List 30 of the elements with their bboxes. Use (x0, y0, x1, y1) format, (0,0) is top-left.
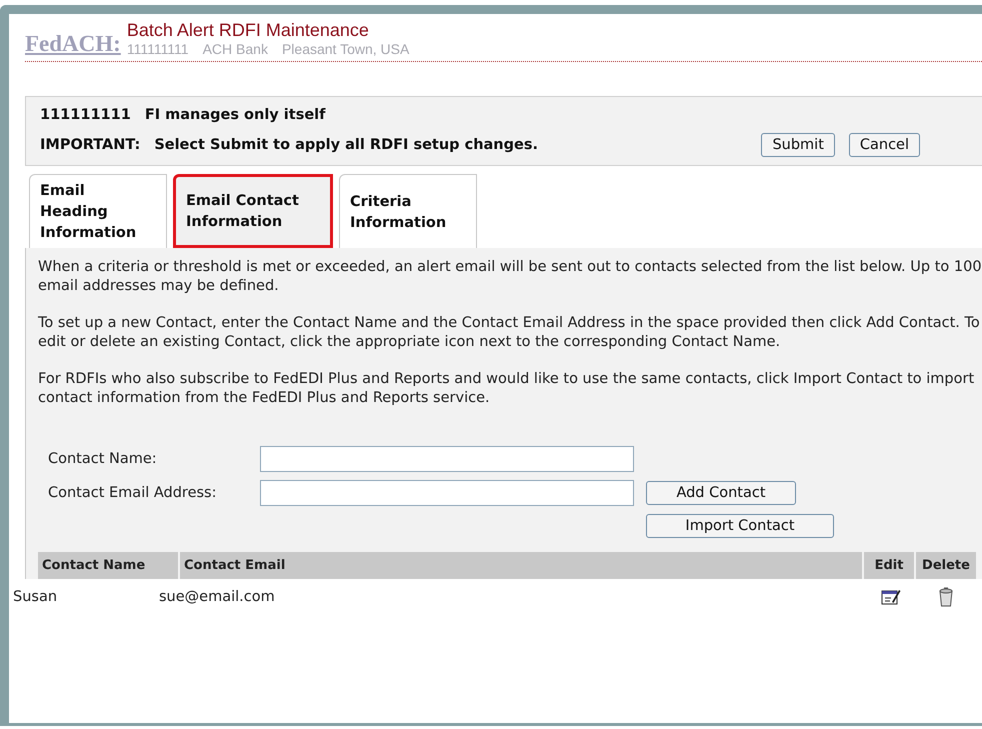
add-contact-button[interactable]: Add Contact (646, 481, 796, 505)
bank-name: ACH Bank (202, 41, 268, 57)
instruction-text: For RDFIs who also subscribe to FedEDI Plus and Reports and would like to use the same contacts, click Import Contact to import contact information from the FedEDI Plus and Reports service. (38, 370, 976, 408)
instruction-text: When a criteria or threshold is met or exceeded, an alert email will be sent out to contacts selected from the list below. Up to 100 email addresses may be defined. (38, 258, 982, 296)
instruction-text: To set up a new Contact, enter the Contact Name and the Contact Email Address in the space provided then click Add Contact. To edit or delete an existing Contact, click the appropriate icon next to the corresponding Contact Name. (38, 314, 981, 352)
contact-email-field[interactable] (260, 480, 634, 506)
routing-number: 111111111 (126, 41, 189, 57)
submit-button[interactable]: Submit (761, 133, 835, 157)
table-cell-text: Susan (13, 589, 58, 605)
contact-name-field[interactable] (260, 446, 634, 472)
column-header: Edit (864, 552, 914, 579)
table-cell-text: sue@email.com (159, 589, 276, 605)
edit-icon[interactable] (881, 588, 901, 606)
field-label: Contact Email Address: (48, 485, 218, 501)
important-text: Select Submit to apply all RDFI setup changes. (154, 137, 538, 153)
import-contact-button[interactable]: Import Contact (646, 514, 834, 538)
bank-location: Pleasant Town, USA (282, 41, 410, 57)
column-header: Contact Name (38, 552, 178, 579)
tab[interactable]: Email Contact Information (173, 174, 333, 248)
cancel-button[interactable]: Cancel (848, 133, 920, 157)
trash-icon[interactable] (938, 587, 954, 607)
field-label: Contact Name: (48, 451, 158, 467)
tab[interactable]: Email Heading Information (29, 174, 167, 248)
tab[interactable]: Criteria Information (339, 174, 477, 248)
column-header: Contact Email (180, 552, 862, 579)
column-header: Delete (916, 552, 976, 579)
page-title: Batch Alert RDFI Maintenance (126, 20, 370, 41)
management-text: FI manages only itself (144, 107, 326, 123)
important-label: IMPORTANT: (40, 137, 140, 153)
routing-number: 111111111 (40, 107, 131, 123)
